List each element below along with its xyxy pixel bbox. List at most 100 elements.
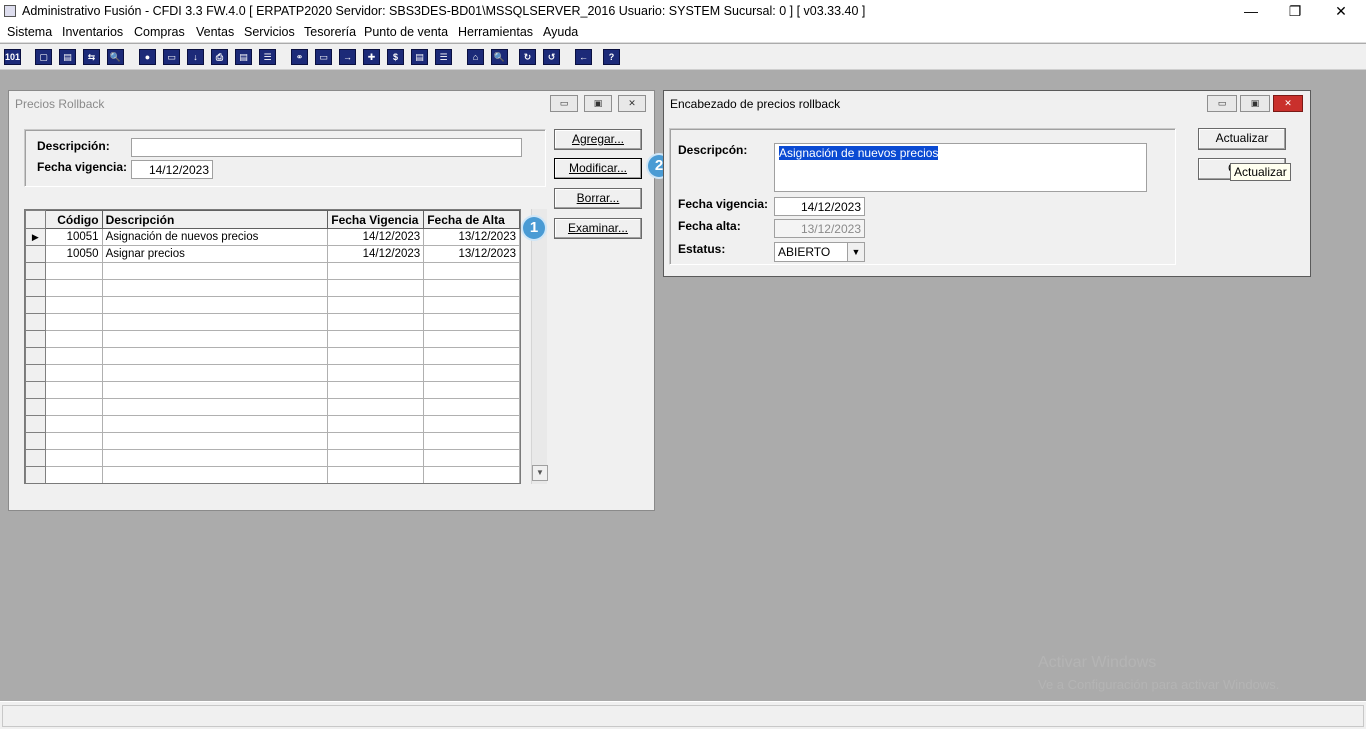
fecha-vigencia-input[interactable]: 14/12/2023 [774,197,865,216]
column-header-descripcion[interactable]: Descripción [101,210,329,229]
folder-icon[interactable]: ▭ [163,49,180,65]
menu-servicios[interactable]: Servicios [244,25,295,39]
export-icon[interactable]: → [339,49,356,65]
cell-fecha-vigencia[interactable]: 14/12/2023 [327,245,425,263]
folder-open-icon[interactable]: ▭ [315,49,332,65]
encabezado-title: Encabezado de precios rollback [670,97,841,111]
status-bar [0,701,1366,729]
cell-fecha-vigencia[interactable]: 14/12/2023 [327,228,425,246]
binoculars-icon[interactable]: ⚭ [291,49,308,65]
table-row[interactable]: ▶ 10051 Asignación de nuevos precios 14/… [25,228,520,246]
printer-icon[interactable]: ⎙ [211,49,228,65]
cell-fecha-alta[interactable]: 13/12/2023 [423,245,520,263]
actualizar-tooltip: Actualizar [1230,163,1291,181]
app-icon [4,5,16,17]
close-button[interactable]: ✕ [1318,0,1364,23]
copy-icon[interactable]: ▢ [35,49,52,65]
column-header-codigo[interactable]: Código [44,210,103,229]
empty-row[interactable] [25,364,520,382]
precios-grid: Código Descripción Fecha Vigencia Fecha … [24,209,521,484]
grid-scrollbar[interactable]: ▼ [531,209,548,484]
column-header-fecha-alta[interactable]: Fecha de Alta [423,210,520,229]
refresh-icon[interactable]: ↻ [519,49,536,65]
descripcion-input[interactable] [131,138,522,157]
toolbar: 101 ▢ ▤ ⇆ 🔍 ● ▭ ↓ ⎙ ▤ ☰ ⚭ ▭ → ✚ $ ▤ ☰ ⌂ … [0,44,1366,70]
menu-compras[interactable]: Compras [134,25,185,39]
menu-herramientas[interactable]: Herramientas [458,25,533,39]
dollar-icon[interactable]: $ [387,49,404,65]
report-icon[interactable]: ▤ [411,49,428,65]
child-minimize-button[interactable]: ▭ [550,95,578,112]
descripcion-label: Descripcón: [678,143,748,157]
encabezado-close-button[interactable]: ✕ [1273,95,1303,112]
menu-inventarios[interactable]: Inventarios [62,25,123,39]
undo-icon[interactable]: ↺ [543,49,560,65]
table-row[interactable]: 10050 Asignar precios 14/12/2023 13/12/2… [25,245,520,263]
user-icon[interactable]: ● [139,49,156,65]
home-icon[interactable]: ⌂ [467,49,484,65]
precios-rollback-title: Precios Rollback [15,97,105,111]
help-icon[interactable]: ? [603,49,620,65]
menu-ventas[interactable]: Ventas [196,25,234,39]
empty-row[interactable] [25,313,520,331]
search-doc-icon[interactable]: 🔍 [107,49,124,65]
grid-corner [25,210,46,229]
empty-row[interactable] [25,432,520,450]
current-row-indicator: ▶ [25,228,46,246]
selected-description-text: Asignación de nuevos precios [779,146,939,160]
empty-row[interactable] [25,330,520,348]
empty-row[interactable] [25,466,520,483]
cell-descripcion[interactable]: Asignar precios [101,245,329,263]
fecha-alta-input: 13/12/2023 [774,219,865,238]
fecha-alta-label: Fecha alta: [678,219,741,233]
precios-rollback-caption: Precios Rollback ▭ ▣ ✕ [9,91,654,117]
list-icon[interactable]: ☰ [259,49,276,65]
cell-descripcion[interactable]: Asignación de nuevos precios [101,228,329,246]
table-icon[interactable]: ☰ [435,49,452,65]
restore-button[interactable]: ❐ [1272,0,1318,23]
child-restore-button[interactable]: ▣ [584,95,612,112]
encabezado-restore-button[interactable]: ▣ [1240,95,1270,112]
cell-fecha-alta[interactable]: 13/12/2023 [423,228,520,246]
encabezado-caption: Encabezado de precios rollback ▭ ▣ ✕ [664,91,1310,117]
encabezado-minimize-button[interactable]: ▭ [1207,95,1237,112]
descripcion-textarea[interactable]: Asignación de nuevos precios [774,143,1147,192]
empty-row[interactable] [25,398,520,416]
agregar-button[interactable]: Agregar... [554,129,642,150]
fecha-vigencia-input[interactable]: 14/12/2023 [131,160,213,179]
calendar-icon[interactable]: 101 [4,49,21,65]
examinar-button[interactable]: Examinar... [554,218,642,239]
empty-row[interactable] [25,449,520,467]
clipboard-icon[interactable]: ▤ [59,49,76,65]
transfer-icon[interactable]: ⇆ [83,49,100,65]
column-header-fecha-vigencia[interactable]: Fecha Vigencia [327,210,425,229]
arrow-down-doc-icon[interactable]: ↓ [187,49,204,65]
document-icon[interactable]: ▤ [235,49,252,65]
modificar-button[interactable]: Modificar... [554,158,642,179]
status-panel [2,705,1364,727]
add-icon[interactable]: ✚ [363,49,380,65]
scroll-down-icon[interactable]: ▼ [532,465,548,481]
menu-ayuda[interactable]: Ayuda [543,25,578,39]
empty-row[interactable] [25,347,520,365]
minimize-button[interactable]: — [1228,0,1274,23]
chevron-down-icon[interactable]: ▼ [847,243,864,261]
menu-punto-de-venta[interactable]: Punto de venta [364,25,448,39]
cell-codigo[interactable]: 10050 [44,245,103,263]
title-bar: Administrativo Fusión - CFDI 3.3 FW.4.0 … [0,0,1366,23]
empty-row[interactable] [25,262,520,280]
borrar-button[interactable]: Borrar... [554,188,642,209]
step-badge-1: 1 [523,217,545,239]
empty-row[interactable] [25,296,520,314]
back-icon[interactable]: ← [575,49,592,65]
empty-row[interactable] [25,381,520,399]
cell-codigo[interactable]: 10051 [44,228,103,246]
actualizar-button[interactable]: Actualizar [1198,128,1286,150]
empty-row[interactable] [25,279,520,297]
child-close-button[interactable]: ✕ [618,95,646,112]
row-indicator [25,245,46,263]
menu-sistema[interactable]: Sistema [7,25,52,39]
zoom-icon[interactable]: 🔍 [491,49,508,65]
menu-tesoreria[interactable]: Tesorería [304,25,356,39]
empty-row[interactable] [25,415,520,433]
